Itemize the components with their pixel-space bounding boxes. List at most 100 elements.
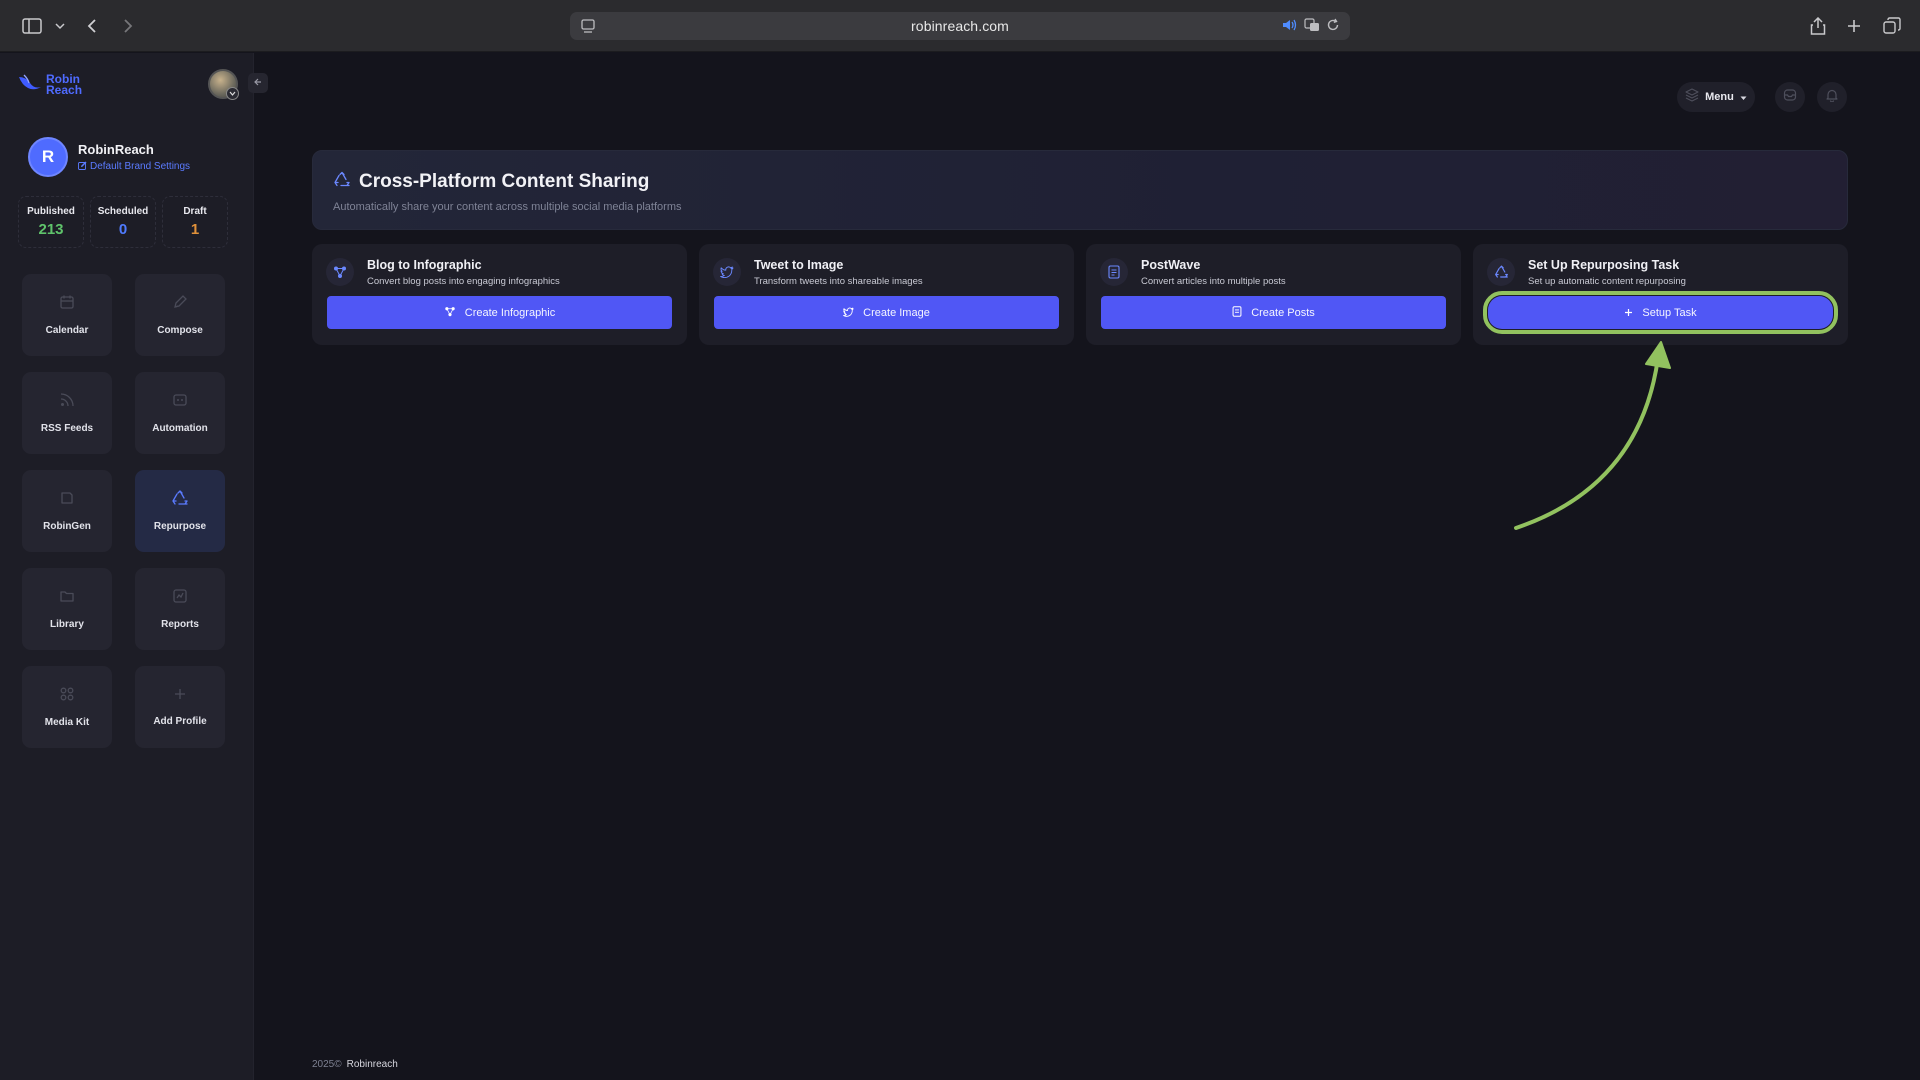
page-settings-icon[interactable] bbox=[580, 18, 596, 39]
app-logo[interactable]: Robin Reach bbox=[18, 73, 82, 96]
sidebar: Robin Reach R RobinReach Default Brand S… bbox=[0, 53, 268, 1080]
bell-icon bbox=[1825, 88, 1839, 107]
address-bar[interactable]: robinreach.com bbox=[570, 12, 1350, 40]
card-subtitle: Convert blog posts into engaging infogra… bbox=[367, 276, 560, 287]
profile-name: RobinReach bbox=[78, 141, 154, 157]
compose-icon bbox=[172, 294, 188, 315]
translate-icon[interactable] bbox=[1304, 18, 1320, 37]
browser-toolbar: robinreach.com bbox=[0, 0, 1920, 52]
stat-label: Scheduled bbox=[97, 206, 149, 217]
nav-label: RobinGen bbox=[43, 521, 91, 532]
sidebar-item-repurpose[interactable]: Repurpose bbox=[135, 470, 225, 552]
inbox-button[interactable] bbox=[1775, 82, 1805, 112]
sidebar-item-reports[interactable]: Reports bbox=[135, 568, 225, 650]
page-title: Cross-Platform Content Sharing bbox=[359, 171, 650, 192]
card-title: PostWave bbox=[1141, 258, 1201, 272]
stat-value: 213 bbox=[38, 221, 64, 238]
logo-text-line2: Reach bbox=[46, 82, 83, 97]
footer: 2025© Robinreach bbox=[312, 1059, 398, 1070]
plus-icon bbox=[173, 687, 187, 706]
inbox-icon bbox=[1783, 88, 1797, 107]
sidebar-item-robingen[interactable]: RobinGen bbox=[22, 470, 112, 552]
share-icon[interactable] bbox=[1806, 14, 1830, 38]
brand-profile: R RobinReach Default Brand Settings bbox=[28, 137, 190, 177]
nav-label: Calendar bbox=[45, 325, 89, 336]
sidebar-item-automation[interactable]: Automation bbox=[135, 372, 225, 454]
arrow-left-icon bbox=[253, 74, 263, 92]
create-infographic-button[interactable]: Create Infographic bbox=[327, 296, 672, 329]
document-icon bbox=[1100, 258, 1128, 286]
hero-banner: Cross-Platform Content Sharing Automatic… bbox=[312, 150, 1848, 230]
profile-avatar[interactable]: R bbox=[28, 137, 68, 177]
stat-value: 1 bbox=[190, 221, 200, 238]
card-title: Blog to Infographic bbox=[367, 258, 482, 272]
notifications-button[interactable] bbox=[1817, 82, 1847, 112]
tab-overview-icon[interactable] bbox=[1880, 14, 1904, 38]
twitter-icon bbox=[843, 304, 854, 322]
new-tab-icon[interactable] bbox=[1842, 14, 1866, 38]
back-icon[interactable] bbox=[80, 14, 104, 38]
button-label: Setup Task bbox=[1642, 306, 1697, 319]
nav-label: Compose bbox=[157, 325, 203, 336]
sidebar-item-compose[interactable]: Compose bbox=[135, 274, 225, 356]
card-tweet-to-image: Tweet to Image Transform tweets into sha… bbox=[699, 244, 1074, 345]
user-avatar[interactable] bbox=[208, 69, 239, 100]
nav-label: RSS Feeds bbox=[40, 423, 94, 434]
twitter-icon bbox=[713, 258, 741, 286]
copyright-year: 2025© bbox=[312, 1059, 342, 1070]
stat-draft[interactable]: Draft 1 bbox=[162, 196, 228, 248]
plus-icon bbox=[1624, 304, 1633, 322]
collapse-sidebar-button[interactable] bbox=[248, 73, 268, 93]
edit-icon bbox=[78, 161, 87, 173]
nav-label: Add Profile bbox=[153, 716, 207, 727]
card-set-up-repurposing-task: Set Up Repurposing Task Set up automatic… bbox=[1473, 244, 1848, 345]
card-title: Tweet to Image bbox=[754, 258, 844, 272]
sidebar-toggle-icon[interactable] bbox=[20, 14, 44, 38]
sidebar-nav: Calendar Compose RSS Feeds Automation Ro… bbox=[22, 274, 225, 748]
forward-icon[interactable] bbox=[116, 14, 140, 38]
share-nodes-icon bbox=[444, 304, 456, 322]
default-brand-settings-link[interactable]: Default Brand Settings bbox=[78, 161, 190, 173]
page-subtitle: Automatically share your content across … bbox=[333, 201, 682, 213]
speaker-icon[interactable] bbox=[1282, 18, 1298, 37]
calendar-icon bbox=[59, 294, 75, 315]
setup-task-button[interactable]: Setup Task bbox=[1483, 291, 1838, 334]
annotation-arrow bbox=[1514, 341, 1671, 530]
chevron-down-icon[interactable] bbox=[48, 14, 72, 38]
create-image-button[interactable]: Create Image bbox=[714, 296, 1059, 329]
card-subtitle: Transform tweets into shareable images bbox=[754, 276, 923, 287]
button-label: Create Posts bbox=[1251, 306, 1315, 319]
rss-icon bbox=[59, 392, 75, 413]
menu-label: Menu bbox=[1705, 91, 1734, 103]
chart-icon bbox=[172, 588, 188, 609]
sidebar-item-calendar[interactable]: Calendar bbox=[22, 274, 112, 356]
button-label: Create Infographic bbox=[464, 306, 556, 319]
sidebar-item-rss-feeds[interactable]: RSS Feeds bbox=[22, 372, 112, 454]
stat-published[interactable]: Published 213 bbox=[18, 196, 84, 248]
automation-icon bbox=[172, 392, 188, 413]
recycle-icon bbox=[333, 171, 351, 193]
sidebar-item-library[interactable]: Library bbox=[22, 568, 112, 650]
settings-link-label: Default Brand Settings bbox=[90, 161, 191, 172]
card-title: Set Up Repurposing Task bbox=[1528, 258, 1680, 272]
bird-logo-icon bbox=[18, 73, 42, 96]
stat-scheduled[interactable]: Scheduled 0 bbox=[90, 196, 156, 248]
create-posts-button[interactable]: Create Posts bbox=[1101, 296, 1446, 329]
stat-label: Published bbox=[27, 206, 75, 217]
recycle-icon bbox=[1487, 258, 1515, 286]
nav-label: Library bbox=[50, 619, 84, 630]
feature-cards: Blog to Infographic Convert blog posts i… bbox=[312, 244, 1848, 345]
folder-icon bbox=[59, 588, 75, 609]
nav-label: Repurpose bbox=[153, 521, 207, 532]
grid-icon bbox=[59, 686, 75, 707]
sidebar-item-media-kit[interactable]: Media Kit bbox=[22, 666, 112, 748]
card-subtitle: Set up automatic content repurposing bbox=[1528, 276, 1686, 287]
sidebar-item-add-profile[interactable]: Add Profile bbox=[135, 666, 225, 748]
card-subtitle: Convert articles into multiple posts bbox=[1141, 276, 1286, 287]
robingen-icon bbox=[59, 490, 75, 511]
nav-label: Media Kit bbox=[44, 717, 90, 728]
document-icon bbox=[1232, 304, 1242, 322]
menu-button[interactable]: Menu bbox=[1677, 82, 1755, 112]
card-postwave: PostWave Convert articles into multiple … bbox=[1086, 244, 1461, 345]
reload-icon[interactable] bbox=[1326, 18, 1340, 37]
